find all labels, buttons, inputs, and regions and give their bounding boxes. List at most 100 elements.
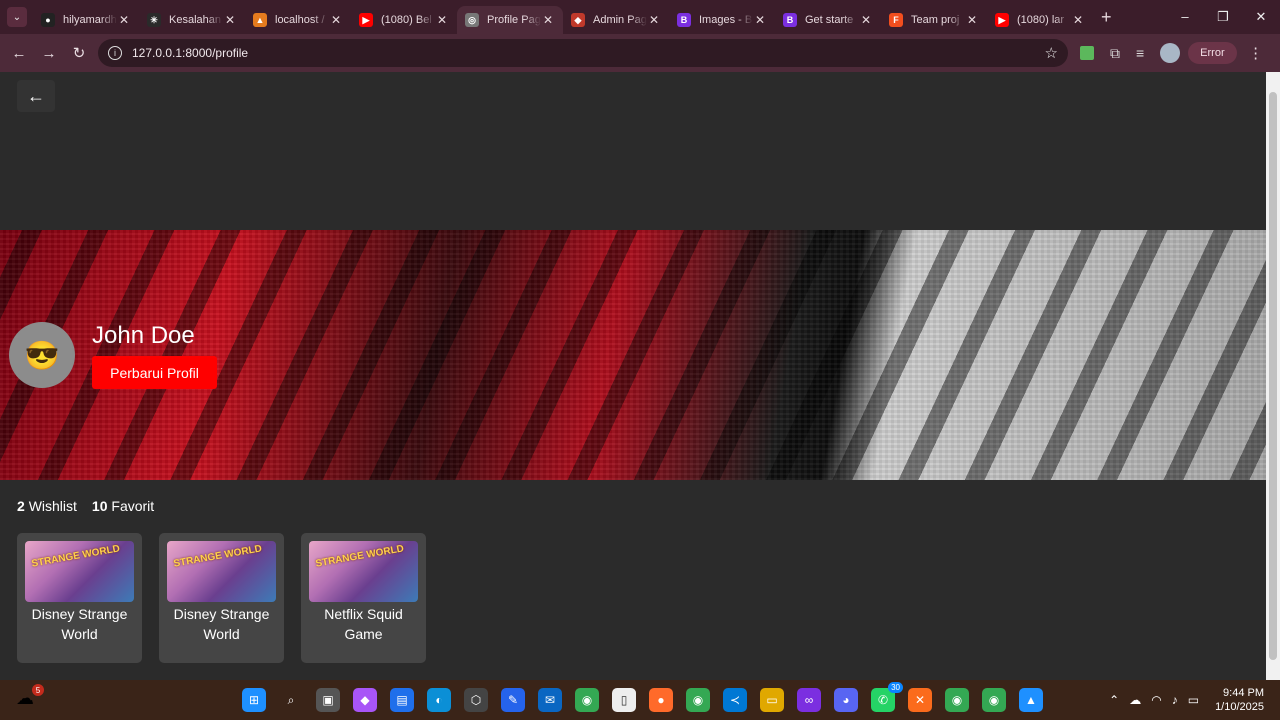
chrome-active-icon[interactable]: ◉ (945, 688, 969, 712)
tab-favicon-icon: ◎ (465, 13, 479, 27)
page-scrollbar[interactable] (1266, 72, 1280, 680)
browser-toolbar: ← → ↻ i 127.0.0.1:8000/profile ☆ ⧉ ≡ Err… (0, 34, 1280, 72)
movie-title: Disney Strange World (173, 606, 270, 642)
tab-close-icon[interactable]: ✕ (1071, 13, 1085, 27)
tab-close-icon[interactable]: ✕ (965, 13, 979, 27)
scrollbar-thumb[interactable] (1269, 92, 1277, 660)
favorite-count: 10 (91, 498, 108, 514)
tab-title: (1080) Bel (381, 14, 432, 26)
chrome-profile-icon[interactable]: ◉ (686, 688, 710, 712)
browser-tab[interactable]: ● hilyamardh ✕ (33, 6, 139, 34)
wishlist-stat[interactable]: 2 Wishlist (17, 498, 77, 514)
site-info-icon[interactable]: i (108, 46, 122, 60)
profile-avatar-icon[interactable] (1160, 43, 1181, 63)
battery-icon[interactable]: ▭ (1188, 693, 1199, 707)
movie-poster: STRANGE WORLD (25, 541, 134, 602)
browser-tab[interactable]: ▲ localhost / ✕ (245, 6, 351, 34)
extension-icon[interactable] (1080, 46, 1094, 60)
vscode-icon[interactable]: ≺ (723, 688, 747, 712)
photos-icon[interactable]: ▲ (1019, 688, 1043, 712)
tab-close-icon[interactable]: ✕ (117, 13, 131, 27)
close-window-button[interactable]: ✕ (1242, 9, 1280, 25)
media-control-icon[interactable]: ≡ (1136, 45, 1144, 61)
browser-tab[interactable]: ◎ Profile Pag ✕ (457, 6, 563, 34)
tab-close-icon[interactable]: ✕ (753, 13, 767, 27)
tab-search-button[interactable]: ⌄ (7, 7, 27, 27)
wishlist-label: Wishlist (28, 498, 77, 514)
xampp-icon[interactable]: ✕ (908, 688, 932, 712)
minimize-button[interactable]: – (1166, 9, 1204, 25)
copilot-icon[interactable]: ◆ (353, 688, 377, 712)
file-explorer-icon[interactable]: ▭ (760, 688, 784, 712)
toolbar-icons: ⧉ ≡ (1080, 43, 1181, 63)
window-controls: – ❐ ✕ (1166, 9, 1280, 25)
tab-close-icon[interactable]: ✕ (329, 13, 343, 27)
movie-card[interactable]: STRANGE WORLD Disney Strange World (159, 533, 284, 663)
forward-nav-button[interactable]: → (34, 45, 64, 62)
tab-strip: ● hilyamardh ✕ ✳ Kesalahan ✕ ▲ localhost / ✕ ▶ (10… (33, 0, 1093, 34)
browser-menu-icon[interactable]: ⋮ (1241, 44, 1271, 62)
movie-card[interactable]: STRANGE WORLD Netflix Squid Game (301, 533, 426, 663)
tab-favicon-icon: B (783, 13, 797, 27)
chrome-alt-icon[interactable]: ◉ (982, 688, 1006, 712)
tab-close-icon[interactable]: ✕ (859, 13, 873, 27)
movie-title: Disney Strange World (31, 606, 128, 642)
tab-close-icon[interactable]: ✕ (647, 13, 661, 27)
tab-title: hilyamardh (63, 14, 117, 26)
search-icon[interactable]: ⌕ (279, 688, 303, 712)
browser-tab[interactable]: F Team proj ✕ (881, 6, 987, 34)
weather-badge: 5 (32, 684, 44, 696)
tab-close-icon[interactable]: ✕ (223, 13, 237, 27)
movie-poster: STRANGE WORLD (167, 541, 276, 602)
restore-button[interactable]: ❐ (1204, 9, 1242, 25)
poster-logo-text: STRANGE WORLD (172, 543, 263, 570)
whatsapp-icon[interactable]: ✆ 30 (871, 682, 903, 712)
task-view-icon[interactable]: ▣ (316, 688, 340, 712)
reload-button[interactable]: ↻ (64, 44, 94, 62)
poster-logo-text: STRANGE WORLD (314, 543, 405, 570)
start-menu-icon[interactable]: ⊞ (242, 688, 266, 712)
outlook-icon[interactable]: ✉ (538, 688, 562, 712)
url-text: 127.0.0.1:8000/profile (132, 46, 249, 60)
tab-favicon-icon: F (889, 13, 903, 27)
browser-tab[interactable]: ◆ Admin Pag ✕ (563, 6, 669, 34)
browser-tab[interactable]: ✳ Kesalahan ✕ (139, 6, 245, 34)
clock[interactable]: 9:44 PM 1/10/2025 (1215, 686, 1264, 714)
browser-tab[interactable]: ▶ (1080) Bel ✕ (351, 6, 457, 34)
favorite-stat[interactable]: 10 Favorit (92, 498, 154, 514)
page-viewport: ← 😎 John Doe Perbarui Profil 2 Wishlist … (0, 72, 1266, 680)
update-error-pill[interactable]: Error (1188, 42, 1237, 64)
tab-title: Images - B (699, 14, 753, 26)
volume-icon[interactable]: ♪ (1172, 693, 1178, 707)
tab-title: Kesalahan (169, 14, 221, 26)
bookmark-star-icon[interactable]: ☆ (1045, 44, 1058, 62)
back-arrow-button[interactable]: ← (17, 80, 55, 112)
browser-tab[interactable]: B Get starte ✕ (775, 6, 881, 34)
back-nav-button[interactable]: ← (4, 45, 34, 62)
onedrive-icon[interactable]: ☁ (1129, 693, 1141, 707)
address-bar[interactable]: i 127.0.0.1:8000/profile ☆ (98, 39, 1068, 67)
extensions-puzzle-icon[interactable]: ⧉ (1110, 45, 1120, 62)
tab-title: Team proj (911, 14, 960, 26)
browser-tab[interactable]: B Images - B ✕ (669, 6, 775, 34)
vs-code-insiders-icon[interactable]: ✎ (501, 688, 525, 712)
cube-app-icon[interactable]: ⬡ (464, 688, 488, 712)
new-tab-button[interactable]: + (1101, 7, 1112, 28)
weather-widget[interactable]: ☁ 5 (16, 684, 44, 712)
tab-close-icon[interactable]: ✕ (435, 13, 449, 27)
store-icon[interactable]: ▤ (390, 688, 414, 712)
discord-icon[interactable]: ◕ (834, 688, 858, 712)
wifi-icon[interactable]: ◠ (1151, 693, 1161, 707)
tray-chevron-icon[interactable]: ⌃ (1109, 693, 1119, 707)
postman-icon[interactable]: ● (649, 688, 673, 712)
tab-title: Get starte (805, 14, 854, 26)
file-icon[interactable]: ▯ (612, 688, 636, 712)
movie-card[interactable]: STRANGE WORLD Disney Strange World (17, 533, 142, 663)
chrome-icon[interactable]: ◉ (575, 688, 599, 712)
update-profile-button[interactable]: Perbarui Profil (92, 356, 217, 389)
edge-icon[interactable]: ◐ (427, 688, 451, 712)
browser-tab[interactable]: ▶ (1080) lar ✕ (987, 6, 1093, 34)
visual-studio-icon[interactable]: ∞ (797, 688, 821, 712)
tab-close-icon[interactable]: ✕ (541, 13, 555, 27)
profile-banner: 😎 John Doe Perbarui Profil (0, 230, 1266, 480)
